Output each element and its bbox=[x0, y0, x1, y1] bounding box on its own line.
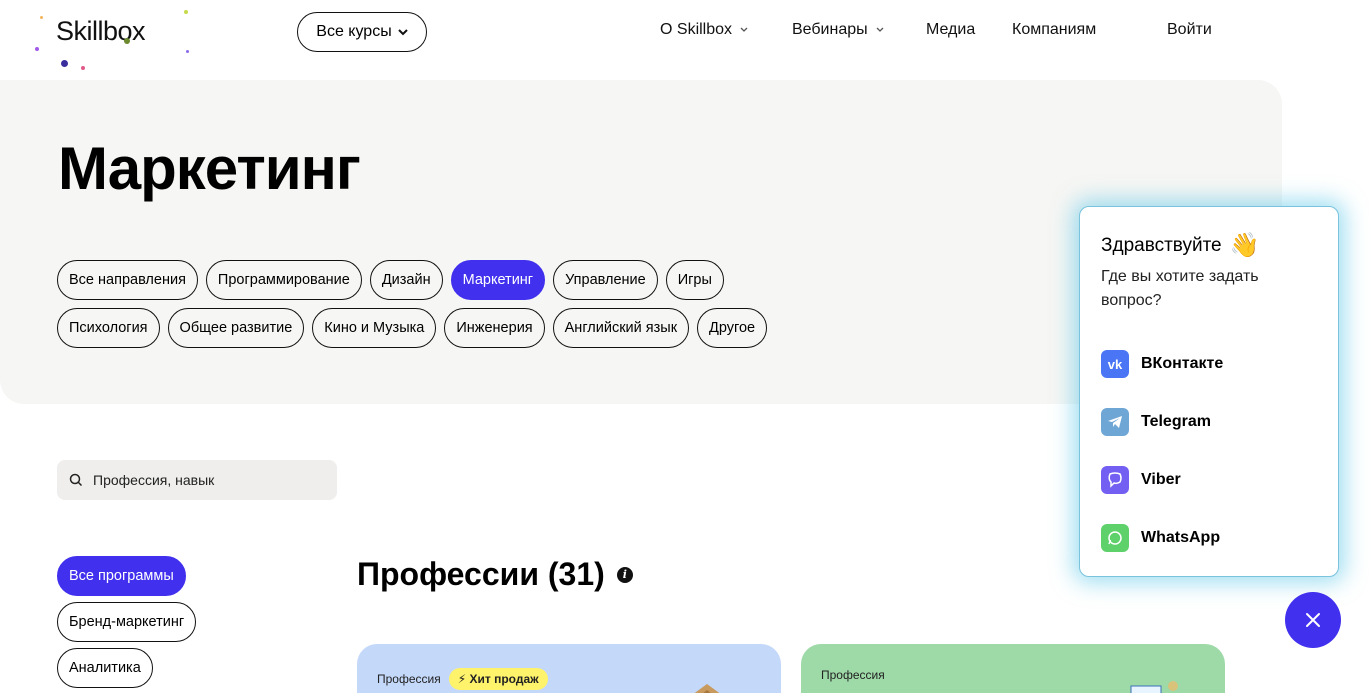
messenger-whatsapp[interactable]: WhatsApp bbox=[1101, 524, 1220, 552]
direction-chip-marketing[interactable]: Маркетинг bbox=[450, 260, 546, 300]
chat-question: Где вы хотите задать вопрос? bbox=[1101, 268, 1259, 309]
course-card[interactable]: Профессия ⚡ Хит продаж bbox=[357, 644, 781, 693]
direction-chip-games[interactable]: Игры bbox=[665, 260, 724, 300]
direction-chip-cinema-music[interactable]: Кино и Музыка bbox=[312, 308, 437, 348]
directions-row-2: Психология Общее развитие Кино и Музыка … bbox=[57, 308, 817, 348]
filter-analytics[interactable]: Аналитика bbox=[57, 648, 153, 688]
direction-chip-engineering[interactable]: Инженерия bbox=[444, 308, 545, 348]
whatsapp-icon bbox=[1101, 524, 1129, 552]
page-title: Маркетинг bbox=[58, 135, 361, 202]
search-input[interactable]: Профессия, навык bbox=[57, 460, 337, 500]
info-icon[interactable]: i bbox=[616, 566, 633, 583]
card-type-label: Профессия bbox=[377, 672, 441, 686]
viber-icon bbox=[1101, 466, 1129, 494]
nav-companies[interactable]: Компаниям bbox=[1012, 21, 1096, 39]
course-card[interactable]: Профессия bbox=[801, 644, 1225, 693]
messenger-viber[interactable]: Viber bbox=[1101, 466, 1181, 494]
messenger-telegram[interactable]: Telegram bbox=[1101, 408, 1211, 436]
login-link[interactable]: Войти bbox=[1167, 21, 1212, 39]
direction-chip-management[interactable]: Управление bbox=[553, 260, 658, 300]
section-title: Профессии (31) i bbox=[357, 556, 633, 593]
direction-chip-all[interactable]: Все направления bbox=[57, 260, 198, 300]
close-icon bbox=[1306, 613, 1320, 627]
contact-widget: Здравствуйте 👋 Где вы хотите задать вопр… bbox=[1079, 206, 1339, 577]
telegram-icon bbox=[1101, 408, 1129, 436]
nav-about[interactable]: О Skillbox bbox=[660, 21, 748, 39]
search-placeholder: Профессия, навык bbox=[93, 472, 215, 488]
direction-chip-programming[interactable]: Программирование bbox=[205, 260, 362, 300]
chevron-down-icon bbox=[876, 27, 884, 32]
direction-chip-english[interactable]: Английский язык bbox=[552, 308, 690, 348]
filter-brand-marketing[interactable]: Бренд-маркетинг bbox=[57, 602, 197, 642]
messenger-vk[interactable]: vk ВКонтакте bbox=[1101, 350, 1223, 378]
bestseller-badge: ⚡ Хит продаж bbox=[448, 668, 548, 690]
chat-greeting: Здравствуйте 👋 bbox=[1101, 232, 1260, 259]
direction-chip-psychology[interactable]: Психология bbox=[57, 308, 160, 348]
filter-all-programs[interactable]: Все программы bbox=[57, 556, 186, 596]
program-filters: Все программы Бренд-маркетинг Аналитика bbox=[57, 556, 197, 688]
nav-media[interactable]: Медиа bbox=[926, 21, 975, 39]
waving-hand-icon: 👋 bbox=[1229, 232, 1260, 259]
all-courses-button[interactable]: Все курсы bbox=[297, 12, 427, 52]
box-illustration bbox=[667, 676, 737, 693]
card-type-label: Профессия bbox=[821, 668, 885, 682]
lightning-icon: ⚡ bbox=[457, 672, 467, 686]
close-chat-button[interactable] bbox=[1285, 592, 1341, 648]
chevron-down-icon bbox=[740, 27, 748, 32]
skillbox-logo[interactable]: Skillbox bbox=[56, 16, 146, 47]
search-icon bbox=[69, 473, 83, 487]
vk-icon: vk bbox=[1101, 350, 1129, 378]
direction-chip-other[interactable]: Другое bbox=[697, 308, 768, 348]
direction-chip-general[interactable]: Общее развитие bbox=[167, 308, 305, 348]
chevron-down-icon bbox=[397, 28, 408, 35]
card-illustration bbox=[1121, 674, 1191, 693]
direction-chip-design[interactable]: Дизайн bbox=[369, 260, 443, 300]
nav-webinars[interactable]: Вебинары bbox=[792, 21, 884, 39]
directions-row-1: Все направления Программирование Дизайн … bbox=[57, 260, 817, 300]
